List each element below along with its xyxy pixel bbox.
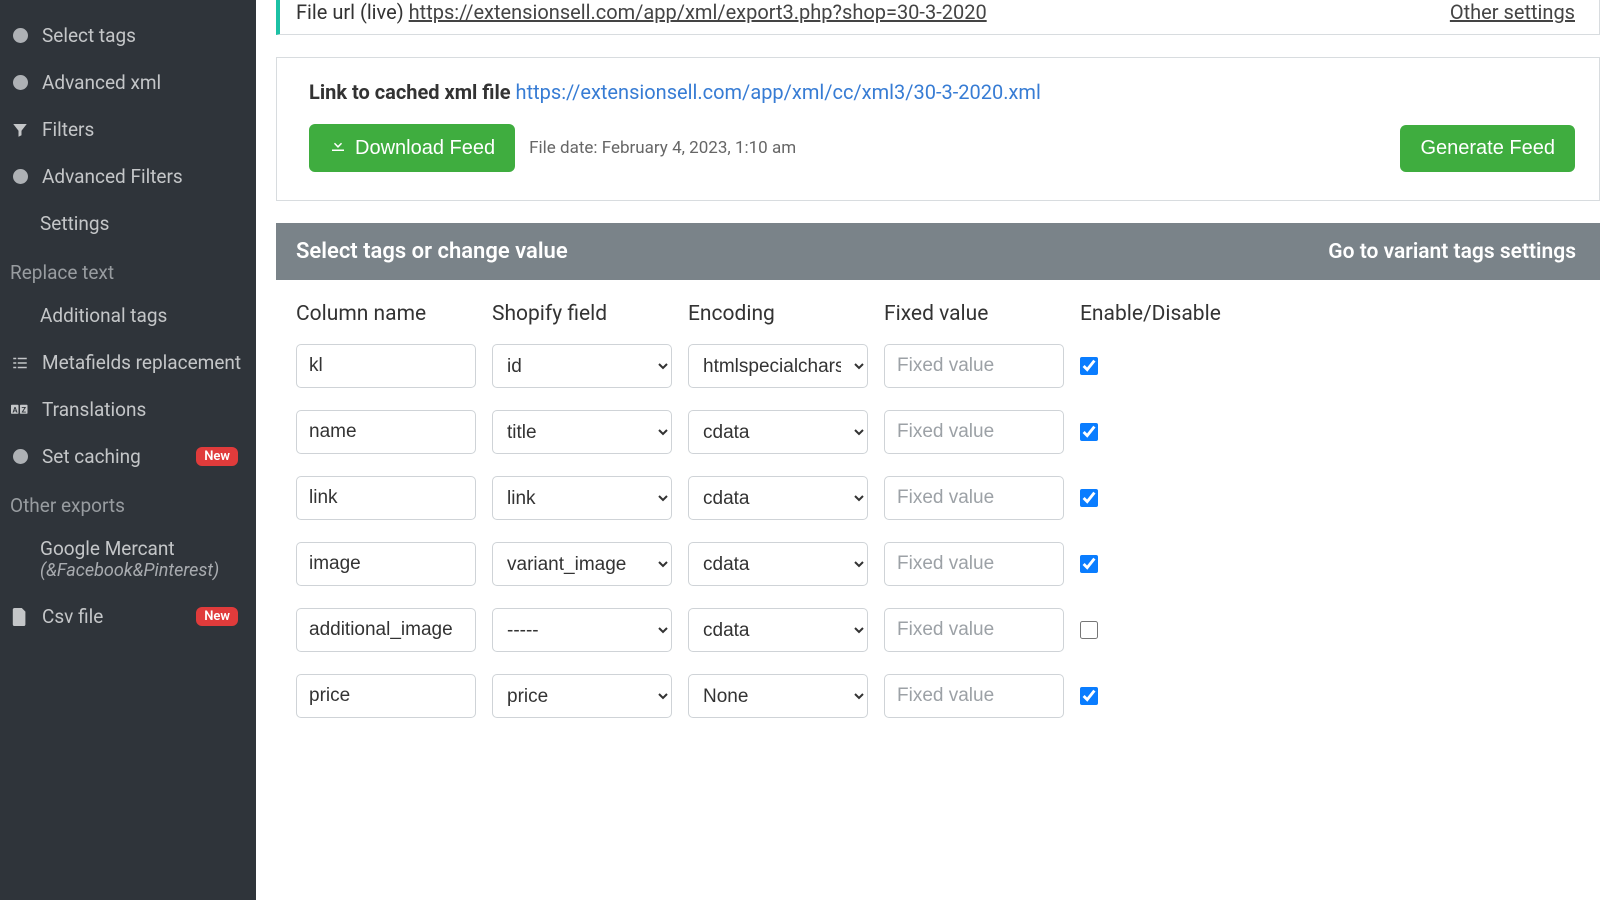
table-row: title cdata — [296, 410, 1576, 454]
list-icon — [10, 353, 30, 373]
col-header-name: Column name — [296, 302, 492, 326]
sidebar-item-google-merchant[interactable]: Google Mercant (&Facebook&Pinterest) — [0, 525, 256, 593]
sidebar-item-advanced-filters[interactable]: Advanced Filters — [0, 153, 256, 200]
cached-box: Link to cached xml file https://extensio… — [276, 57, 1600, 201]
bullet-icon — [10, 26, 30, 46]
col-header-encoding: Encoding — [688, 302, 884, 326]
sidebar-item-select-tags[interactable]: Select tags — [0, 12, 256, 59]
table-row: id htmlspecialchars — [296, 344, 1576, 388]
encoding-select[interactable]: cdata — [688, 608, 868, 652]
enable-checkbox[interactable] — [1080, 423, 1098, 441]
sidebar-section-replace: Replace text — [0, 247, 256, 292]
sidebar-item-label: Advanced xml — [42, 71, 161, 94]
section-header-bar: Select tags or change value Go to varian… — [276, 223, 1600, 280]
fixed-value-input[interactable] — [884, 344, 1064, 388]
table-row: variant_image cdata — [296, 542, 1576, 586]
column-name-input[interactable] — [296, 410, 476, 454]
sidebar-item-label: Settings — [40, 212, 109, 235]
enable-checkbox[interactable] — [1080, 489, 1098, 507]
sidebar-item-label: Csv file — [42, 605, 103, 628]
fixed-value-input[interactable] — [884, 542, 1064, 586]
new-badge: New — [196, 447, 238, 466]
col-header-field: Shopify field — [492, 302, 688, 326]
col-header-fixed: Fixed value — [884, 302, 1080, 326]
encoding-select[interactable]: None — [688, 674, 868, 718]
encoding-select[interactable]: cdata — [688, 542, 868, 586]
table-row: link cdata — [296, 476, 1576, 520]
encoding-select[interactable]: cdata — [688, 410, 868, 454]
file-date: File date: February 4, 2023, 1:10 am — [529, 138, 796, 158]
tags-table: Column name Shopify field Encoding Fixed… — [276, 280, 1600, 760]
file-url-label: File url (live) — [296, 0, 409, 24]
fixed-value-input[interactable] — [884, 608, 1064, 652]
download-feed-label: Download Feed — [355, 137, 495, 160]
col-header-enable: Enable/Disable — [1080, 302, 1200, 326]
column-name-input[interactable] — [296, 344, 476, 388]
shopify-field-select[interactable]: price — [492, 674, 672, 718]
bullet-icon — [10, 447, 30, 467]
enable-checkbox[interactable] — [1080, 687, 1098, 705]
sidebar-item-set-caching[interactable]: Set caching New — [0, 433, 256, 480]
sidebar-item-label: Filters — [42, 118, 94, 141]
sidebar-item-csv-file[interactable]: Csv file New — [0, 593, 256, 640]
section-title: Select tags or change value — [296, 239, 568, 264]
column-name-input[interactable] — [296, 542, 476, 586]
sidebar-item-sublabel: (&Facebook&Pinterest) — [40, 560, 246, 581]
other-settings-link[interactable]: Other settings — [1450, 0, 1575, 24]
download-feed-button[interactable]: Download Feed — [309, 124, 515, 172]
svg-text:Z: Z — [22, 405, 27, 414]
sidebar-item-label: Select tags — [42, 24, 136, 47]
table-row: price None — [296, 674, 1576, 718]
shopify-field-select[interactable]: link — [492, 476, 672, 520]
file-url-link[interactable]: https://extensionsell.com/app/xml/export… — [409, 0, 987, 24]
sidebar-item-advanced-xml[interactable]: Advanced xml — [0, 59, 256, 106]
cached-label: Link to cached xml file — [309, 80, 516, 104]
sidebar-item-metafields-replacement[interactable]: Metafields replacement — [0, 339, 256, 386]
fixed-value-input[interactable] — [884, 410, 1064, 454]
sidebar-item-translations[interactable]: AZ Translations — [0, 386, 256, 433]
shopify-field-select[interactable]: ----- — [492, 608, 672, 652]
new-badge: New — [196, 607, 238, 626]
enable-checkbox[interactable] — [1080, 621, 1098, 639]
bullet-icon — [10, 167, 30, 187]
sidebar-item-filters[interactable]: Filters — [0, 106, 256, 153]
sidebar: Select tags Advanced xml Filters Advance… — [0, 0, 256, 900]
sidebar-item-label: Google Mercant — [40, 537, 246, 560]
shopify-field-select[interactable]: id — [492, 344, 672, 388]
sidebar-item-label: Additional tags — [40, 304, 167, 327]
sidebar-item-settings[interactable]: Settings — [0, 200, 256, 247]
shopify-field-select[interactable]: title — [492, 410, 672, 454]
generate-feed-button[interactable]: Generate Feed — [1400, 125, 1575, 172]
column-name-input[interactable] — [296, 608, 476, 652]
sidebar-item-label: Translations — [42, 398, 146, 421]
cached-url-link[interactable]: https://extensionsell.com/app/xml/cc/xml… — [516, 80, 1041, 104]
enable-checkbox[interactable] — [1080, 555, 1098, 573]
fixed-value-input[interactable] — [884, 476, 1064, 520]
file-url-box: File url (live) https://extensionsell.co… — [276, 0, 1600, 35]
download-icon — [329, 136, 347, 160]
enable-checkbox[interactable] — [1080, 357, 1098, 375]
column-name-input[interactable] — [296, 674, 476, 718]
variant-tags-settings-link[interactable]: Go to variant tags settings — [1328, 240, 1576, 264]
sidebar-item-additional-tags[interactable]: Additional tags — [0, 292, 256, 339]
sidebar-item-label: Metafields replacement — [42, 351, 241, 374]
main-content: File url (live) https://extensionsell.co… — [256, 0, 1600, 900]
shopify-field-select[interactable]: variant_image — [492, 542, 672, 586]
sidebar-item-label: Set caching — [42, 445, 141, 468]
column-name-input[interactable] — [296, 476, 476, 520]
funnel-icon — [10, 120, 30, 140]
language-icon: AZ — [10, 400, 30, 420]
table-row: ----- cdata — [296, 608, 1576, 652]
generate-feed-label: Generate Feed — [1420, 137, 1555, 160]
sidebar-item-label: Advanced Filters — [42, 165, 183, 188]
csv-icon — [10, 607, 30, 627]
bullet-icon — [10, 73, 30, 93]
sidebar-section-other-exports: Other exports — [0, 480, 256, 525]
fixed-value-input[interactable] — [884, 674, 1064, 718]
encoding-select[interactable]: htmlspecialchars — [688, 344, 868, 388]
encoding-select[interactable]: cdata — [688, 476, 868, 520]
